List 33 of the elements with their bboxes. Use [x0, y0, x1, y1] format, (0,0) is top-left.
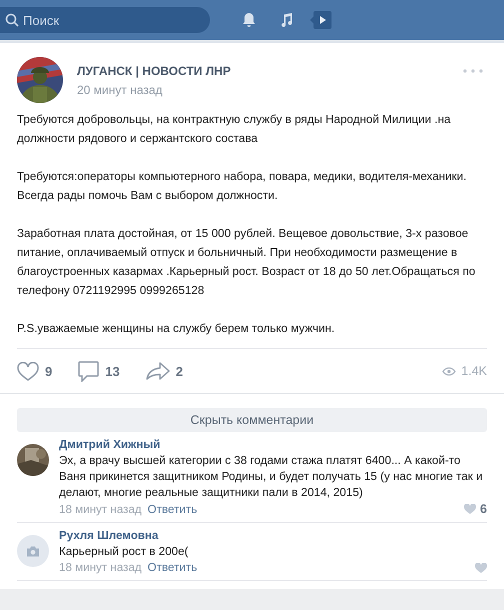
share-button[interactable]: 2: [146, 362, 183, 380]
comment-button[interactable]: 13: [78, 360, 120, 382]
bell-icon[interactable]: [242, 12, 256, 28]
heart-icon: [464, 504, 476, 514]
reply-link[interactable]: Ответить: [148, 502, 198, 516]
eye-icon: [442, 366, 456, 376]
hide-comments-button[interactable]: Скрыть комментарии: [17, 408, 487, 432]
camera-icon: [17, 535, 49, 567]
speech-bubble-icon: [78, 360, 100, 382]
post-text: Заработная плата достойная, от 15 000 рублей. Вещевое довольствие, 3-х разовое питание, оплачиваемый отпуск и больничный. При необходимости размещение в благоустроенных казармах .Карьерный рост. Возраст от 18 до 50 лет.Обращаться по телефону 0721192995 0999265128: [17, 226, 476, 299]
comment-author[interactable]: Рухля Шлемовна: [59, 529, 487, 542]
music-note-icon[interactable]: [280, 12, 294, 28]
like-button[interactable]: 9: [17, 362, 52, 380]
post-time[interactable]: 20 минут назад: [77, 83, 231, 97]
post-text: Требуются добровольцы, на контрактную службу в ряды Народной Милиции .на должности рядового и сержантского состава: [17, 112, 452, 147]
post-text: Требуются:операторы компьютерного набора, повара, медики, водителя-механики.: [17, 169, 468, 185]
share-arrow-icon: [146, 362, 170, 380]
comment-author[interactable]: Дмитрий Хижный: [59, 438, 487, 451]
view-count: 1.4K: [442, 364, 487, 378]
comment-time: 18 минут назад: [59, 561, 142, 574]
heart-icon: [17, 362, 39, 380]
search-icon: [5, 13, 19, 27]
reply-link[interactable]: Ответить: [148, 561, 198, 574]
comment-time: 18 минут назад: [59, 502, 142, 516]
comment-text: Эх, а врачу высшей категории с 38 годами стажа платят 6400... А какой-то Ваня прикинется защитником Родины, и будет получать 15 (у нас многие так и делают, многие реальные защитники пали в 2014, 2015): [59, 453, 484, 501]
like-button[interactable]: 6: [464, 502, 487, 516]
author-name[interactable]: ЛУГАНСК | НОВОСТИ ЛНР: [77, 64, 231, 78]
search-field[interactable]: Поиск: [0, 7, 210, 33]
post-text: P.S.уважаемые женщины на службу берем только мужчин.: [17, 321, 336, 337]
video-play-icon[interactable]: [310, 11, 332, 29]
post-text: Всегда рады помочь Вам с выбором должности.: [17, 188, 279, 204]
comment-text: Карьерный рост в 200е(: [59, 544, 190, 560]
heart-icon: [475, 562, 487, 572]
